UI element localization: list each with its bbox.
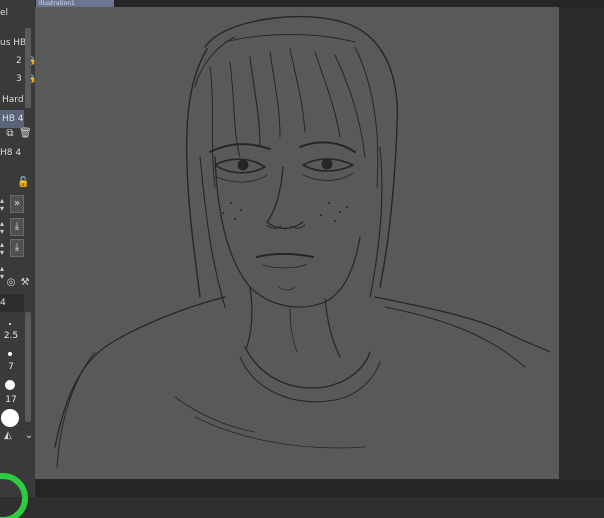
tool-property-panel: el us HB 2 🔒 3 🔒 Hard HB 4 ⧉ 🗑 H8 4 🔓 ▴▾… bbox=[0, 0, 35, 497]
brush-item-hb4-selected[interactable]: HB 4 bbox=[0, 110, 24, 128]
color-wheel[interactable] bbox=[0, 458, 28, 518]
copy-brush-icon[interactable]: ⧉ bbox=[4, 128, 16, 140]
download-icon[interactable]: ⤓ bbox=[10, 218, 24, 236]
brush-item-2-label: 2 bbox=[16, 56, 22, 66]
spin-arrows-icon[interactable]: ▴ ▾ bbox=[0, 197, 9, 213]
spin-arrows-icon[interactable]: ▴ ▾ bbox=[0, 220, 9, 236]
brush-size-label: 2.5 bbox=[3, 331, 19, 341]
drawing-canvas[interactable] bbox=[35, 7, 559, 479]
settings-circle-icon[interactable]: ◎ bbox=[5, 277, 17, 289]
brush-size-dot[interactable] bbox=[1, 409, 19, 427]
brush-size-dot[interactable] bbox=[5, 380, 15, 390]
brush-size-dot[interactable] bbox=[8, 352, 12, 356]
pencil-sketch-portrait bbox=[54, 15, 551, 468]
spin-arrows-icon[interactable]: ▴ ▾ bbox=[0, 241, 9, 257]
delete-icon[interactable]: 🗑 bbox=[19, 128, 32, 140]
workspace-right-area bbox=[559, 7, 604, 497]
numeric-field[interactable]: 4 bbox=[0, 294, 24, 312]
brush-size-scrollbar[interactable] bbox=[25, 312, 31, 422]
brush-item-3-label: 3 bbox=[16, 74, 22, 84]
panel-title: el bbox=[0, 8, 9, 18]
wrench-icon[interactable]: ⚒ bbox=[19, 277, 31, 289]
brush-size-dot[interactable] bbox=[9, 323, 11, 325]
workspace-bottom-area bbox=[35, 479, 604, 497]
brush-list-scrollbar[interactable] bbox=[25, 28, 31, 108]
unlock-icon[interactable]: 🔓 bbox=[17, 177, 29, 189]
chevron-down-icon[interactable]: ⌄ bbox=[23, 430, 35, 442]
current-brush-name: H8 4 bbox=[0, 148, 22, 158]
brush-shape-icon[interactable]: ◭ bbox=[2, 430, 14, 442]
collapse-down-icon[interactable]: » bbox=[10, 195, 24, 213]
document-tab[interactable]: Illustration1 bbox=[36, 0, 114, 7]
download-icon[interactable]: ⤓ bbox=[10, 239, 24, 257]
brush-size-label: 7 bbox=[8, 362, 14, 372]
brush-size-label: 17 bbox=[5, 395, 17, 405]
document-tab-bar bbox=[35, 0, 604, 7]
